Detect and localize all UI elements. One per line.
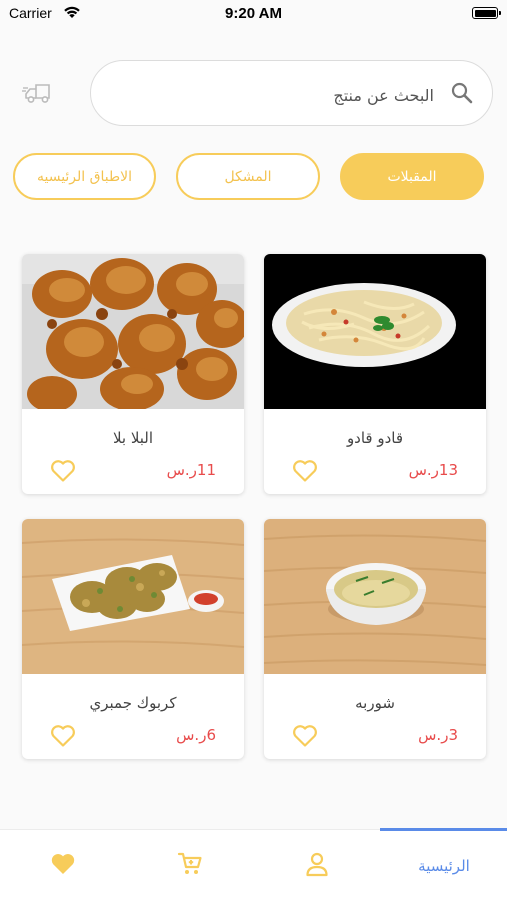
category-mixed[interactable]: المشكل bbox=[176, 153, 320, 200]
tab-favorites[interactable] bbox=[0, 830, 126, 901]
product-name: قادو قادو bbox=[346, 429, 404, 447]
category-main-dishes[interactable]: الاطباق الرئيسيه bbox=[13, 153, 156, 200]
product-image bbox=[264, 254, 486, 409]
person-icon bbox=[305, 851, 329, 881]
category-label: المشكل bbox=[224, 168, 272, 185]
heart-outline-icon[interactable] bbox=[292, 459, 318, 483]
tab-cart[interactable] bbox=[127, 830, 253, 901]
category-label: المقبلات bbox=[387, 168, 437, 185]
search-input[interactable] bbox=[132, 77, 436, 113]
product-image bbox=[264, 519, 486, 674]
battery-icon bbox=[472, 7, 501, 19]
product-card[interactable]: كربوك جمبري 6ر.س bbox=[22, 519, 244, 759]
status-bar: Carrier 9:20 AM bbox=[0, 0, 507, 30]
category-label: الاطباق الرئيسيه bbox=[36, 168, 133, 185]
product-card[interactable]: شوربه 3ر.س bbox=[264, 519, 486, 759]
product-name: كربوك جمبري bbox=[89, 694, 177, 712]
tab-home[interactable]: الرئيسية bbox=[381, 830, 507, 901]
product-image bbox=[22, 254, 244, 409]
product-name: شوربه bbox=[355, 694, 395, 712]
product-image bbox=[22, 519, 244, 674]
bottom-tab-bar: الرئيسية bbox=[0, 828, 507, 901]
product-price: 13ر.س bbox=[408, 461, 458, 479]
product-price: 3ر.س bbox=[418, 726, 458, 744]
search-bar bbox=[90, 60, 493, 126]
heart-outline-icon[interactable] bbox=[50, 724, 76, 748]
clock: 9:20 AM bbox=[225, 5, 282, 22]
heart-filled-icon bbox=[50, 852, 76, 880]
product-name: البلا بلا bbox=[112, 429, 154, 447]
product-price: 6ر.س bbox=[176, 726, 216, 744]
heart-outline-icon[interactable] bbox=[292, 724, 318, 748]
delivery-truck-icon[interactable] bbox=[22, 80, 56, 106]
search-icon[interactable] bbox=[450, 81, 474, 109]
product-price: 11ر.س bbox=[166, 461, 216, 479]
cart-icon bbox=[177, 851, 203, 881]
product-card[interactable]: البلا بلا 11ر.س bbox=[22, 254, 244, 494]
heart-outline-icon[interactable] bbox=[50, 459, 76, 483]
product-card[interactable]: قادو قادو 13ر.س bbox=[264, 254, 486, 494]
tab-home-label: الرئيسية bbox=[418, 856, 470, 875]
tab-profile[interactable] bbox=[254, 830, 380, 901]
category-appetizers[interactable]: المقبلات bbox=[340, 153, 484, 200]
